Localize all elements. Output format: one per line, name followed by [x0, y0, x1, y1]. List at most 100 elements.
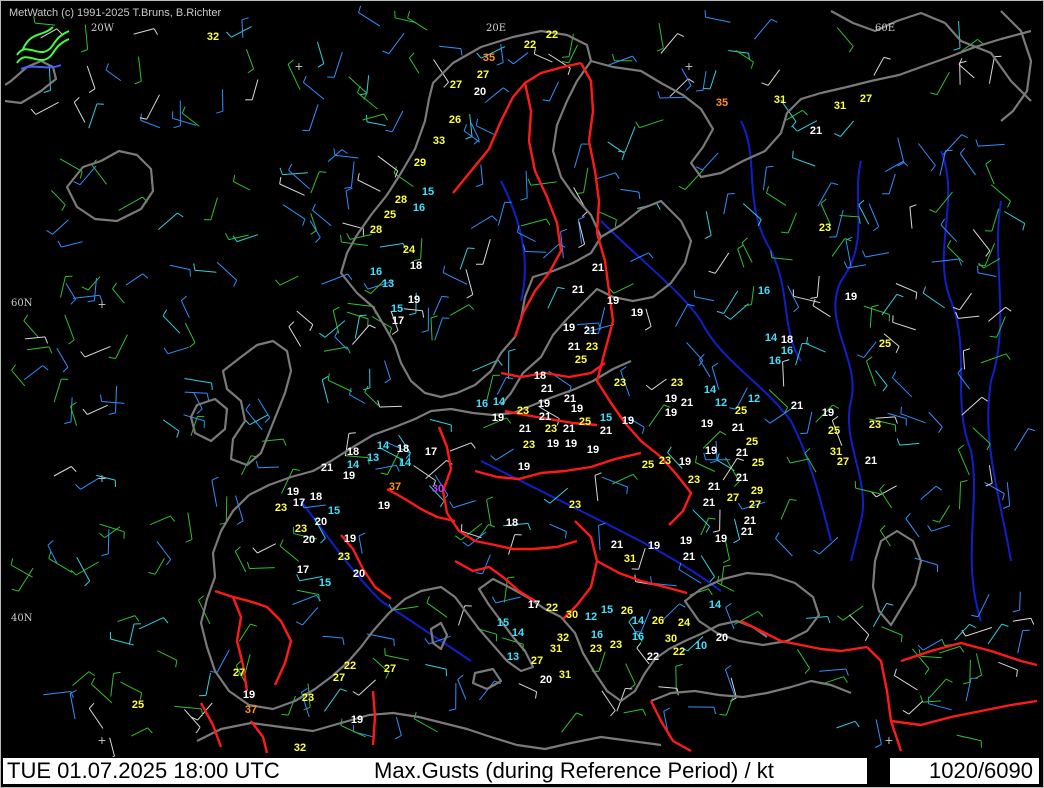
wind-barb: [439, 45, 463, 56]
wind-barb: [43, 691, 74, 699]
wind-barb: [704, 10, 731, 23]
grid-cross-icon: +: [97, 732, 107, 748]
wind-barb: [730, 677, 737, 702]
wind-barb: [766, 186, 787, 206]
wind-barb: [775, 532, 793, 557]
gust-value: 25: [132, 699, 144, 711]
gust-value: 17: [392, 315, 404, 327]
wind-barb: [449, 442, 476, 452]
gust-value: 12: [585, 611, 597, 623]
wind-barb: [1017, 629, 1030, 654]
label-60e: 60E: [875, 23, 896, 34]
wind-barb: [408, 52, 420, 74]
wind-barb: [302, 75, 325, 100]
gust-value: 21: [600, 425, 612, 437]
wind-barb: [957, 367, 971, 390]
gust-value: 19: [518, 461, 530, 473]
gust-value: 23: [819, 222, 831, 234]
gust-value: 22: [647, 651, 659, 663]
wind-barb: [549, 523, 567, 539]
wind-barb: [928, 678, 953, 699]
wind-barb: [295, 607, 319, 626]
wind-barb: [854, 481, 882, 495]
wind-barb: [216, 261, 238, 287]
gust-value: 16: [476, 398, 488, 410]
wind-barb: [110, 671, 121, 697]
status-separator: [867, 758, 890, 784]
wind-barb: [741, 237, 753, 263]
wind-barb: [523, 244, 547, 253]
gust-value: 13: [382, 278, 394, 290]
wind-barb: [59, 158, 83, 179]
wind-barb: [618, 126, 636, 153]
wind-barb: [885, 160, 909, 173]
wind-barb: [279, 167, 308, 176]
station-count: 1020/6090: [890, 758, 1039, 784]
wind-barb: [813, 537, 839, 555]
wind-barb: [238, 623, 258, 642]
map-title: Max.Gusts (during Reference Period) / kt: [374, 758, 774, 783]
wind-barb: [922, 286, 945, 309]
wind-barb: [881, 293, 904, 316]
wind-barb: [358, 5, 381, 27]
wind-barb: [754, 18, 778, 40]
gust-value: 23: [659, 455, 671, 467]
gust-value: 22: [524, 39, 536, 51]
wind-barb: [972, 229, 991, 257]
wind-barb: [448, 682, 457, 712]
wind-barb: [234, 546, 247, 573]
gust-value: 19: [631, 307, 643, 319]
wind-barb: [678, 169, 704, 191]
wind-barb: [434, 317, 450, 341]
gust-value: 31: [559, 669, 571, 681]
wind-barb: [346, 232, 372, 240]
gust-value: 21: [683, 551, 695, 563]
wind-barb: [475, 239, 491, 265]
wind-barb: [327, 52, 343, 78]
gust-value: 19: [547, 438, 559, 450]
gust-value: 19: [538, 398, 550, 410]
wind-barb: [837, 605, 864, 621]
gust-value: 20: [303, 534, 315, 546]
wind-barb: [425, 664, 447, 677]
wind-barb: [475, 118, 497, 137]
gust-value: 25: [735, 405, 747, 417]
wind-barb: [873, 56, 891, 76]
wind-barb: [909, 204, 917, 229]
wind-barb: [896, 438, 920, 446]
gust-value: 16: [591, 629, 603, 641]
gust-value: 25: [579, 416, 591, 428]
gust-value: 21: [681, 397, 693, 409]
grid-cross-icon: +: [684, 58, 694, 74]
wind-barb: [596, 172, 620, 180]
wind-barb: [364, 385, 380, 407]
gust-value: 16: [370, 266, 382, 278]
gust-value: 12: [748, 393, 760, 405]
gust-value: 16: [769, 355, 781, 367]
wind-barb: [216, 89, 224, 114]
metwatch-logo-icon: [16, 26, 70, 70]
wind-barb: [203, 197, 218, 221]
wind-barb: [76, 556, 91, 587]
wind-barb: [275, 275, 299, 286]
gust-value: 15: [328, 505, 340, 517]
wind-barb: [961, 627, 993, 637]
wind-barb: [358, 532, 366, 554]
wind-barb: [975, 139, 1005, 147]
wind-barb: [382, 32, 405, 55]
wind-barb: [724, 665, 736, 696]
gust-value: 19: [571, 403, 583, 415]
wind-barb: [442, 265, 468, 285]
wind-barb: [497, 201, 512, 226]
wind-barb: [46, 219, 69, 235]
gust-value: 19: [701, 418, 713, 430]
wind-barb: [868, 203, 880, 232]
wind-barb: [462, 531, 487, 547]
status-bar: TUE 01.07.2025 18:00 UTC Max.Gusts (duri…: [3, 758, 867, 784]
wind-barb: [561, 712, 583, 733]
wind-barb: [806, 336, 826, 353]
gust-value: 17: [293, 497, 305, 509]
wind-barb: [817, 182, 839, 207]
wind-barb: [23, 314, 39, 339]
wind-barb: [978, 258, 1001, 269]
